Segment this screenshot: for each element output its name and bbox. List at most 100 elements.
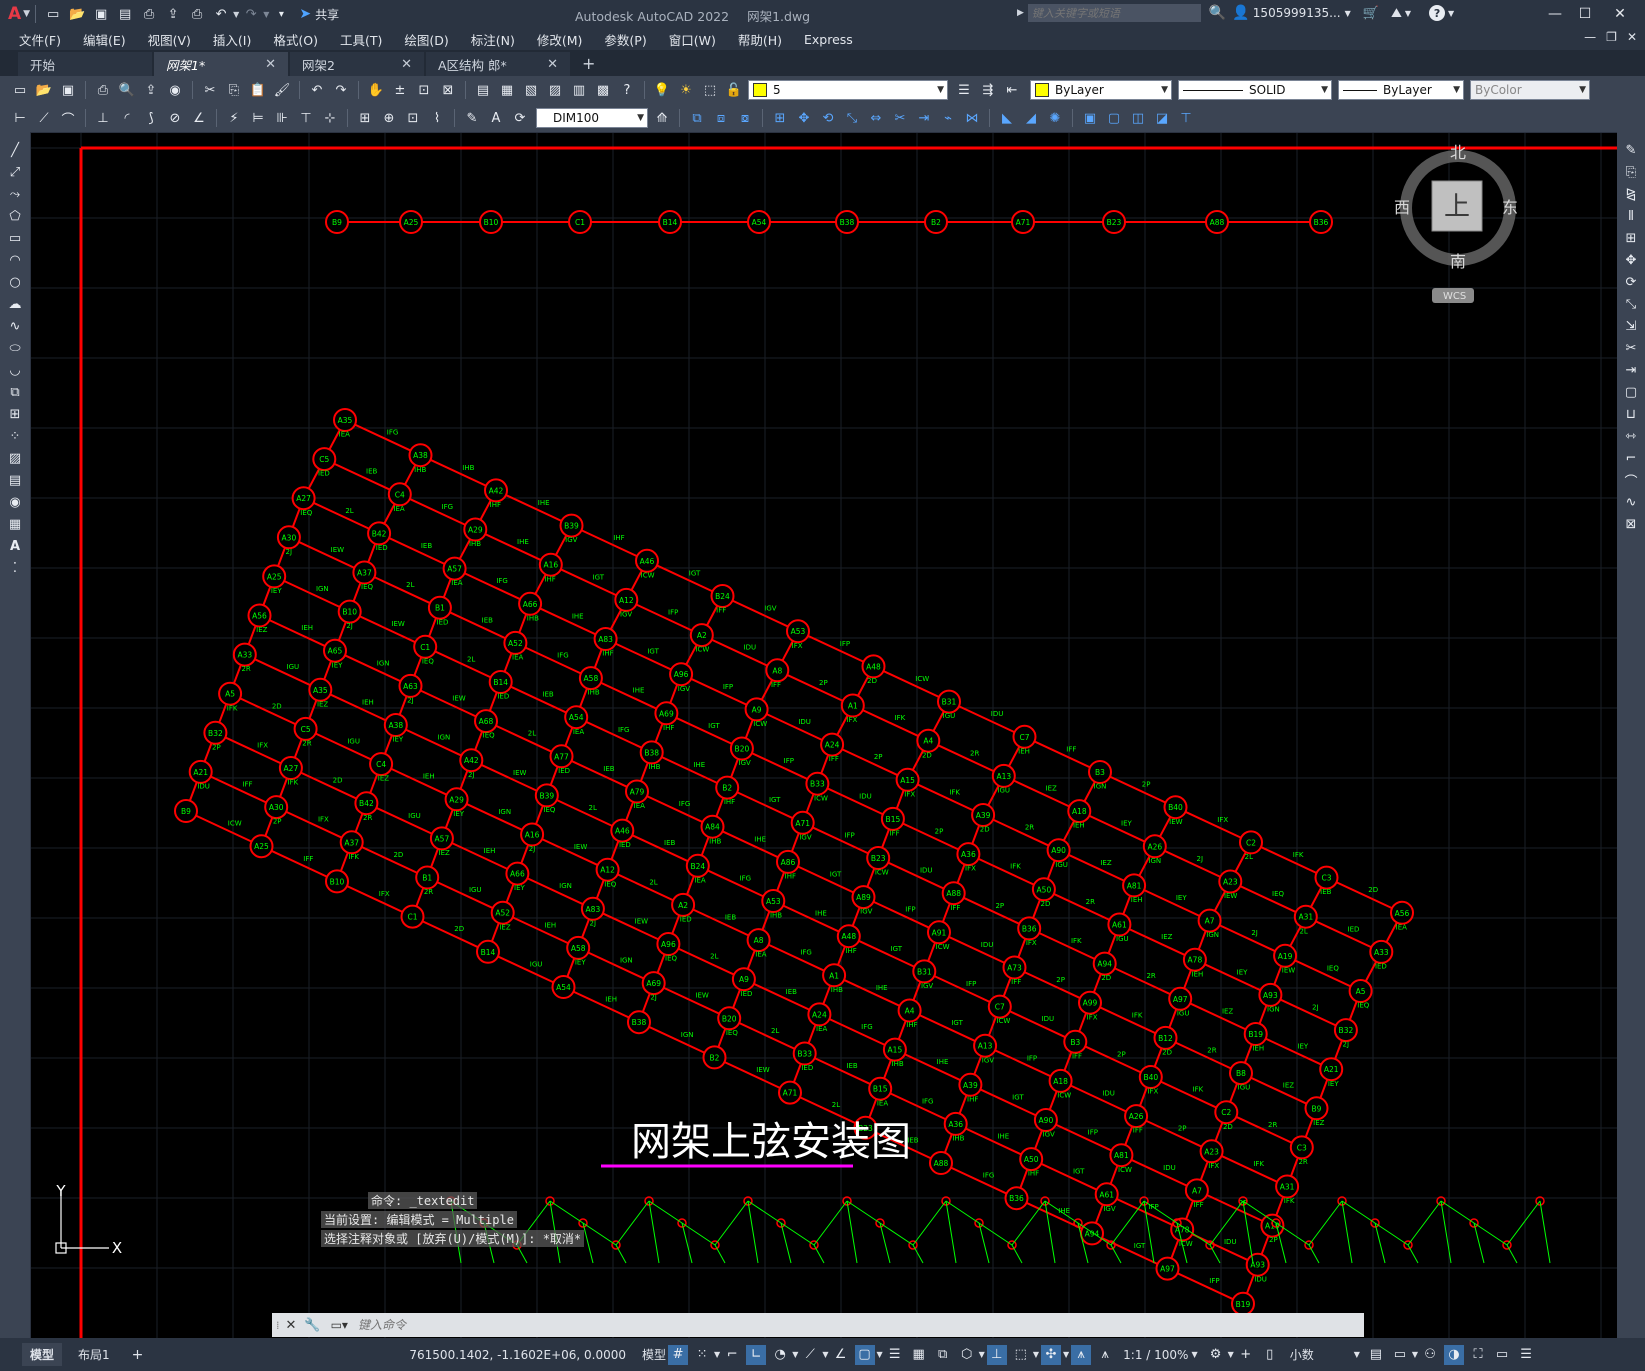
member-label[interactable]: IEQ [604,880,616,888]
member-label[interactable]: IED [437,618,449,626]
member-label[interactable]: 2D [1368,886,1378,894]
break-at-point-icon[interactable]: ▢ [1620,382,1642,402]
node-label[interactable]: B38 [632,1018,647,1027]
truss-member[interactable] [529,602,607,640]
truss-member[interactable] [344,419,421,457]
color-select[interactable]: ByLayer ▼ [1030,80,1172,100]
member-label[interactable]: IEB [786,988,797,996]
truss-member[interactable] [365,802,443,840]
infer-constraints-icon[interactable]: ⌐ [722,1345,742,1365]
truss-member[interactable] [863,896,940,934]
truss-member[interactable] [571,524,648,562]
open-folder-icon[interactable]: 📂 [67,4,87,24]
object-snap-icon[interactable]: ▢ [854,1344,875,1365]
node-label[interactable]: A18 [1072,807,1087,816]
viewcube-north[interactable]: 北 [1450,143,1466,162]
member-label[interactable]: IFF [771,681,781,689]
save-icon[interactable]: ▣ [58,80,78,100]
dim-diameter-icon[interactable]: ⊘ [165,108,185,128]
save-web-icon[interactable]: ⇪ [163,4,183,24]
member-label[interactable]: 2D [1041,900,1051,908]
member-label[interactable]: IFX [965,865,976,873]
annotation-visibility-icon[interactable]: ⩚ [1071,1344,1092,1365]
member-label[interactable]: IED [1348,925,1360,933]
node-label[interactable]: B14 [481,948,496,957]
node-label[interactable]: A50 [1024,1155,1039,1164]
viewcube[interactable]: 上 北 南 东 西 WCS [1394,143,1518,303]
annotation-monitor-icon[interactable]: + [1236,1345,1256,1365]
iso-dropdown-icon[interactable]: ▼ [822,1350,828,1359]
truss-member[interactable] [667,943,745,981]
member-label[interactable]: IED [318,470,330,478]
node-label[interactable]: A4 [923,737,933,746]
member-label[interactable]: 2L [528,730,536,738]
node-label[interactable]: B9 [181,807,191,816]
truss-member[interactable] [816,782,894,820]
member-label[interactable]: ICW [695,646,709,654]
truss-member[interactable] [1194,958,1271,996]
node-label[interactable]: A78 [1188,956,1203,965]
node-label[interactable]: A37 [344,838,359,847]
rectangle-icon[interactable]: ▭ [4,228,26,248]
member-label[interactable]: IEA [1396,923,1407,931]
node-label[interactable]: B15 [873,1085,888,1094]
truss-member[interactable] [804,1052,881,1090]
node-label[interactable]: B42 [359,799,374,808]
member-label[interactable]: IEA [573,728,584,736]
model-space-canvas[interactable]: B9 A25 B10 C1 B14 A54 B38 B2 A71 B23 A88 B36 A94 A97 B… [31,133,1617,1338]
member-label[interactable]: IFP [966,980,976,988]
truss-member[interactable] [1104,962,1181,1000]
menu-item[interactable]: 格式(O) [262,30,329,49]
member-label[interactable]: IEB [1320,888,1331,896]
search-icon[interactable]: 🔍 [1209,5,1226,21]
member-label[interactable]: IGN [498,808,511,816]
node-label[interactable]: C1 [420,643,430,652]
copy-object-icon[interactable]: ⎘ [1620,162,1642,182]
node-label[interactable]: A30 [282,533,297,542]
node-label[interactable]: A54 [569,713,584,722]
gradient-icon[interactable]: ▤ [4,470,26,490]
member-label[interactable]: 2L [467,655,475,663]
command-input[interactable] [355,1314,1364,1336]
close-button[interactable]: ✕ [1605,0,1635,28]
member-label[interactable]: IFG [387,429,399,437]
table-icon[interactable]: ▦ [4,514,26,534]
member-label[interactable]: IEA [877,1099,888,1107]
member-label[interactable]: IHB [588,689,600,697]
member-label[interactable]: 2R [363,814,372,822]
member-label[interactable]: IGU [1055,861,1068,869]
truss-member[interactable] [454,567,531,605]
region-icon[interactable]: ◉ [4,492,26,512]
member-label[interactable]: IFG [496,577,508,585]
member-label[interactable]: IEB [846,1062,857,1070]
member-label[interactable]: IFF [1011,978,1021,986]
node-label[interactable]: A38 [388,721,403,730]
member-label[interactable]: 2J [1343,1041,1350,1049]
file-tab[interactable]: 网架2 ✕ [290,52,424,76]
member-label[interactable]: IFF [1072,1052,1082,1060]
member-label[interactable]: IHF [663,724,674,732]
truss-member[interactable] [305,727,382,766]
node-label[interactable]: A48 [866,662,881,671]
web-icon[interactable]: ◉ [165,80,185,100]
ellipse-icon[interactable]: ⬭ [4,338,26,358]
member-label[interactable]: IFG [679,800,691,808]
annotation-scale[interactable]: 1:1 / 100% [1123,1348,1188,1362]
join-object-icon[interactable]: ⇿ [1620,426,1642,446]
member-label[interactable]: IGN [316,585,329,593]
member-label[interactable]: IDU [991,710,1004,718]
member-label[interactable]: IDU [1042,1015,1055,1023]
dim-linear-icon[interactable]: ⊢ [10,108,30,128]
node-label[interactable]: B3 [1070,1038,1080,1047]
move-object-icon[interactable]: ✥ [1620,250,1642,270]
menu-item[interactable]: Express [793,32,864,47]
truss-member[interactable] [546,794,623,832]
draw-order-back-icon[interactable]: ▢ [1104,108,1124,128]
node-label[interactable]: A31 [1280,1183,1295,1192]
node-label[interactable]: B33 [797,1050,812,1059]
member-label[interactable]: 2J [286,548,293,556]
node-label[interactable]: B9 [1312,1104,1322,1113]
maximize-button[interactable]: ☐ [1570,0,1600,28]
truss-member[interactable] [261,845,338,883]
truss-member[interactable] [424,645,502,683]
